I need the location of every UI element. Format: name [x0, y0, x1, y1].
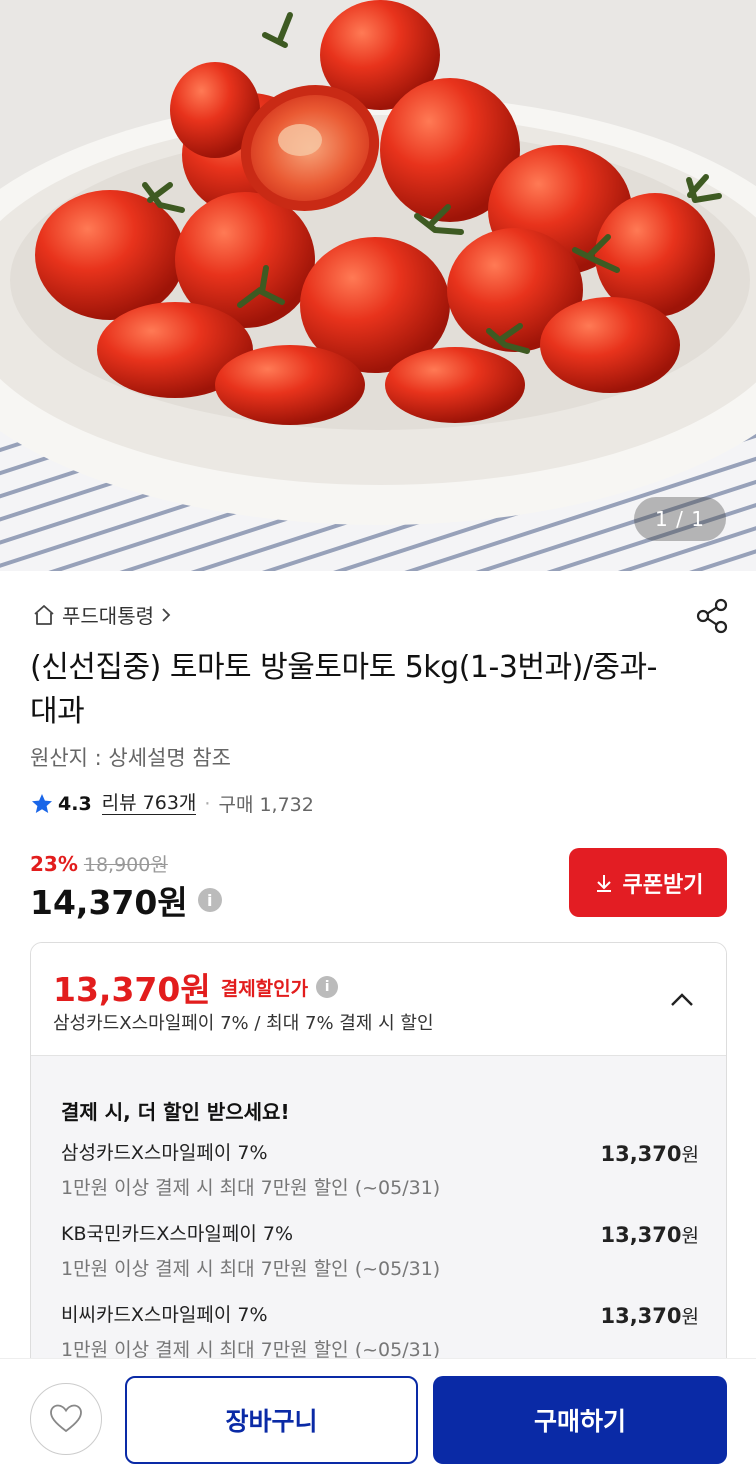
home-icon [34, 604, 54, 625]
coupon-label: 쿠폰받기 [622, 872, 704, 898]
original-price: 18,900원 [83, 854, 168, 876]
rating-row: 4.3 리뷰 763개 · 구매 1,732 [30, 790, 314, 817]
rating-score: 4.3 [58, 792, 92, 815]
offer-amount: 13,370원 [600, 1142, 699, 1166]
heart-icon [50, 1404, 82, 1433]
buy-now-button[interactable]: 구매하기 [433, 1376, 727, 1464]
payment-offers: 결제 시, 더 할인 받으세요! 삼성카드X스마일페이 7% 1만원 이상 결제… [31, 1055, 726, 1381]
product-origin: 원산지 : 상세설명 참조 [30, 746, 231, 770]
wishlist-button[interactable] [30, 1383, 102, 1455]
chevron-right-icon [162, 607, 171, 622]
offer-item: 비씨카드X스마일페이 7% 1만원 이상 결제 시 최대 7만원 할인 (~05… [61, 1300, 701, 1362]
tomato-bowl-illustration [0, 0, 756, 571]
offer-item: KB국민카드X스마일페이 7% 1만원 이상 결제 시 최대 7만원 할인 (~… [61, 1219, 701, 1281]
download-icon [596, 874, 611, 892]
bottom-action-bar: 장바구니 구매하기 [0, 1358, 756, 1466]
offers-heading: 결제 시, 더 할인 받으세요! [61, 1100, 290, 1124]
sale-price: 14,370원 [30, 883, 188, 922]
info-icon[interactable]: i [197, 888, 222, 912]
chevron-up-icon[interactable] [667, 985, 697, 1015]
separator-dot: · [204, 792, 211, 815]
share-icon[interactable] [694, 598, 730, 634]
payment-price-row: 13,370원 결제할인가 i [53, 963, 339, 1011]
discount-percent: 23% [30, 852, 78, 876]
review-link[interactable]: 리뷰 763개 [101, 792, 197, 815]
image-counter: 1 / 1 [634, 497, 726, 541]
breadcrumb-label: 푸드대통령 [62, 604, 154, 628]
payment-price-label: 결제할인가 [220, 977, 309, 1000]
offer-condition: 1만원 이상 결제 시 최대 7만원 할인 (~05/31) [61, 1177, 441, 1199]
product-title: (신선집중) 토마토 방울토마토 5kg(1-3번과)/중과-대과 [30, 650, 657, 729]
payment-discount-panel: 13,370원 결제할인가 i 삼성카드X스마일페이 7% / 최대 7% 결제… [30, 942, 727, 1382]
payment-summary: 삼성카드X스마일페이 7% / 최대 7% 결제 시 할인 [53, 1013, 434, 1034]
info-icon[interactable]: i [316, 976, 339, 998]
offer-condition: 1만원 이상 결제 시 최대 7만원 할인 (~05/31) [61, 1258, 441, 1280]
add-to-cart-button[interactable]: 장바구니 [125, 1376, 418, 1464]
payment-discount-header[interactable]: 13,370원 결제할인가 i 삼성카드X스마일페이 7% / 최대 7% 결제… [31, 943, 726, 1055]
purchase-count: 구매 1,732 [218, 794, 314, 816]
payment-price: 13,370원 [53, 970, 211, 1009]
discount-row: 23% 18,900원 [30, 850, 168, 877]
offer-amount: 13,370원 [600, 1223, 699, 1247]
breadcrumb[interactable]: 푸드대통령 [32, 600, 172, 629]
product-image[interactable]: 1 / 1 [0, 0, 756, 571]
offer-amount: 13,370원 [600, 1304, 699, 1328]
star-icon [32, 793, 52, 813]
coupon-button[interactable]: 쿠폰받기 [569, 848, 727, 917]
sale-price-row: 14,370원 i [30, 876, 222, 924]
offer-item: 삼성카드X스마일페이 7% 1만원 이상 결제 시 최대 7만원 할인 (~05… [61, 1138, 701, 1200]
